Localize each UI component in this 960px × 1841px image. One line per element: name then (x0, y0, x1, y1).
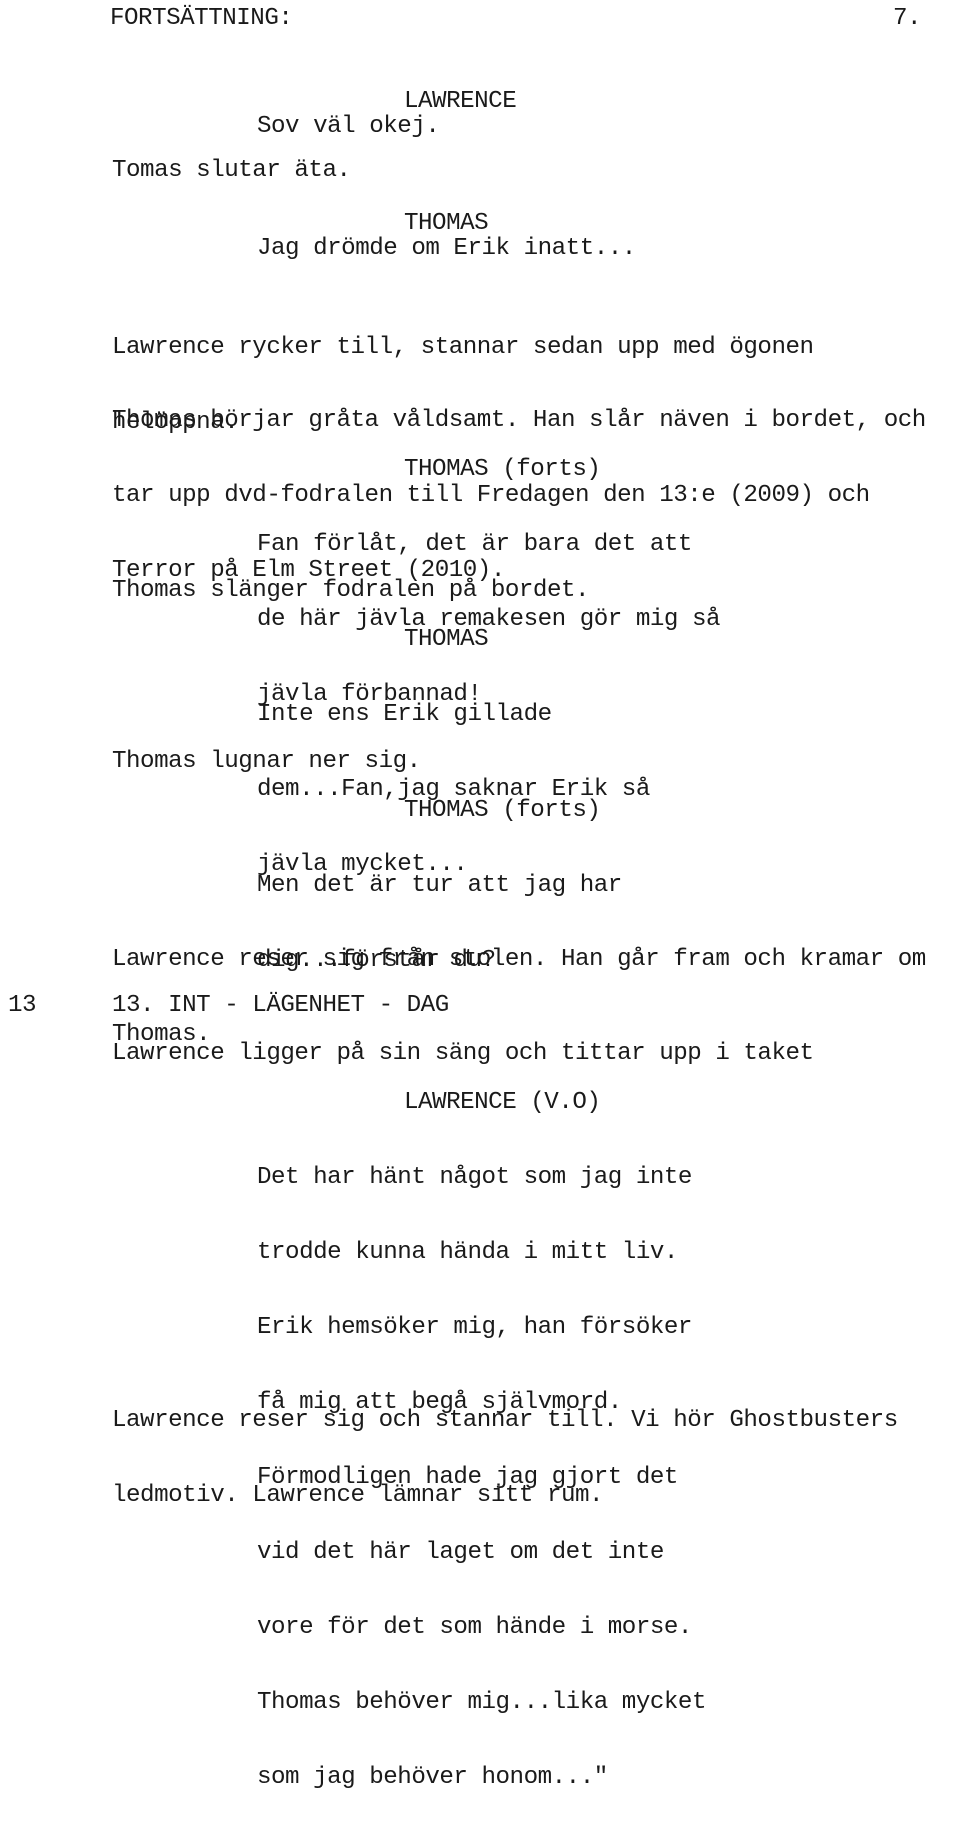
dialogue-lawrence-2c: Erik hemsöker mig, han försöker (257, 1314, 692, 1341)
dialogue-thomas-1: Jag drömde om Erik inatt... (257, 235, 636, 262)
dialogue-thomas-2b: de här jävla remakesen gör mig så (257, 606, 721, 633)
action-line-7: Lawrence ligger på sin säng och tittar u… (112, 1040, 814, 1067)
action-line-8a: Lawrence reser sig och stannar till. Vi … (112, 1407, 898, 1434)
dialogue-lawrence-1: Sov väl okej. (257, 113, 440, 140)
character-cue-lawrence-1: LAWRENCE (404, 88, 517, 115)
action-line-8b: ledmotiv. Lawrence lämnar sitt rum. (112, 1482, 604, 1509)
action-line-6a: Lawrence reser sig från stolen. Han går … (112, 946, 926, 973)
dialogue-lawrence-2a: Det har hänt något som jag inte (257, 1164, 692, 1191)
character-cue-thomas-2: THOMAS (forts) (404, 456, 601, 483)
dialogue-lawrence-2h: Thomas behöver mig...lika mycket (257, 1689, 706, 1716)
character-cue-thomas-1: THOMAS (404, 210, 489, 237)
character-cue-thomas-4: THOMAS (forts) (404, 797, 601, 824)
action-line-5: Thomas lugnar ner sig. (112, 748, 421, 775)
dialogue-thomas-2a: Fan förlåt, det är bara det att (257, 531, 692, 558)
character-cue-thomas-3: THOMAS (404, 626, 489, 653)
page-number: 7. (893, 5, 922, 32)
scene-number-left: 13 (8, 992, 37, 1019)
dialogue-lawrence-2g: vore för det som hände i morse. (257, 1614, 692, 1641)
action-block-8: Lawrence reser sig och stannar till. Vi … (112, 1358, 898, 1558)
scene-heading: 13. INT - LÄGENHET - DAG (112, 992, 449, 1019)
action-line-2a: Lawrence rycker till, stannar sedan upp … (112, 334, 814, 361)
character-cue-lawrence-2: LAWRENCE (V.O) (404, 1089, 601, 1116)
screenplay-page: FORTSÄTTNING: 7. LAWRENCE Sov väl okej. … (0, 0, 960, 1790)
action-line-1: Tomas slutar äta. (112, 157, 351, 184)
continuation-header: FORTSÄTTNING: (110, 5, 293, 32)
action-line-3a: Thomas börjar gråta våldsamt. Han slår n… (112, 407, 926, 434)
dialogue-thomas-3a: Inte ens Erik gillade (257, 701, 552, 728)
dialogue-thomas-4a: Men det är tur att jag har (257, 872, 622, 899)
dialogue-lawrence-2b: trodde kunna hända i mitt liv. (257, 1239, 678, 1266)
action-line-4: Thomas slänger fodralen på bordet. (112, 577, 590, 604)
dialogue-lawrence-2i: som jag behöver honom..." (257, 1764, 608, 1791)
